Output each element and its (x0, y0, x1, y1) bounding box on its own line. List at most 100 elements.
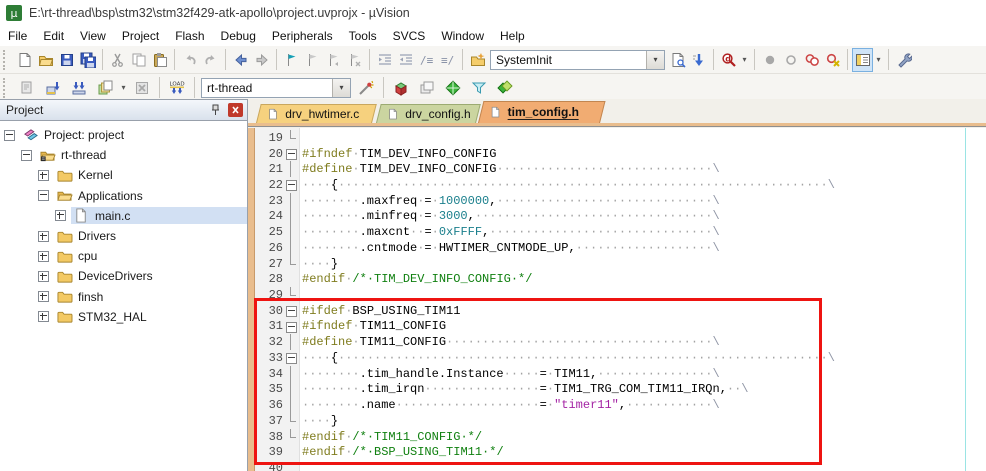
outdent-icon[interactable] (395, 47, 416, 73)
tree-item-cpu[interactable]: cpu (0, 246, 247, 266)
manage-rte-icon[interactable] (440, 75, 466, 101)
expand-icon[interactable] (38, 170, 49, 181)
column-margin-guide (965, 128, 966, 471)
target-combo[interactable]: rt-thread▾ (201, 78, 351, 98)
dropdown-caret-icon[interactable]: ▾ (873, 55, 884, 64)
code-text: ········.cntmode·=·HWTIMER_CNTMODE_UP,··… (300, 241, 720, 255)
find-in-files-results-icon[interactable] (667, 47, 688, 73)
next-bookmark-icon[interactable] (323, 47, 344, 73)
build-icon[interactable] (40, 75, 66, 101)
toolbar-separator (221, 49, 230, 70)
target-options-icon[interactable] (353, 75, 379, 101)
tree-item-kernel[interactable]: Kernel (0, 165, 247, 185)
find-text-icon[interactable]: d (718, 47, 739, 73)
title-bar: µ E:\rt-thread\bsp\stm32\stm32f429-atk-a… (0, 0, 986, 26)
collapse-icon[interactable] (4, 130, 15, 141)
collapse-icon[interactable] (21, 150, 32, 161)
menu-flash[interactable]: Flash (167, 27, 212, 45)
clear-bookmarks-icon[interactable] (344, 47, 365, 73)
navigate-back-icon[interactable] (230, 47, 251, 73)
tab-drv-hwtimer-c[interactable]: drv_hwtimer.c (256, 104, 377, 123)
tab-drv-config-h[interactable]: drv_config.h (376, 104, 481, 123)
tree-item-drivers[interactable]: Drivers (0, 226, 247, 246)
close-panel-button[interactable] (228, 103, 243, 117)
copy-icon[interactable] (128, 47, 149, 73)
pin-icon[interactable] (209, 103, 222, 117)
menu-edit[interactable]: Edit (35, 27, 72, 45)
toggle-comment-icon[interactable]: /≡ (416, 47, 437, 73)
kill-all-breakpoints-icon[interactable] (822, 47, 843, 73)
line-number: 27 (255, 257, 283, 271)
fold-collapse-icon[interactable] (283, 146, 300, 162)
insert-breakpoint-icon[interactable] (759, 47, 780, 73)
line-number: 30 (255, 304, 283, 318)
expand-icon[interactable] (38, 311, 49, 322)
expand-icon[interactable] (38, 231, 49, 242)
save-all-icon[interactable] (77, 47, 98, 73)
tree-item-stm32-hal[interactable]: STM32_HAL (0, 307, 247, 327)
dropdown-caret-icon[interactable]: ▾ (739, 55, 750, 64)
expand-icon[interactable] (38, 291, 49, 302)
download-icon[interactable]: LOAD (164, 75, 190, 101)
tree-item-rt-thread[interactable]: rt-thread (0, 145, 247, 165)
uncomment-icon[interactable]: ≡/ (437, 47, 458, 73)
fold-collapse-icon[interactable] (283, 350, 300, 366)
folder-icon (56, 229, 73, 244)
paste-icon[interactable] (149, 47, 170, 73)
indent-icon[interactable] (374, 47, 395, 73)
expand-icon[interactable] (38, 251, 49, 262)
tree-item-project-project[interactable]: Project: project (0, 125, 247, 145)
tree-item-devicedrivers[interactable]: DeviceDrivers (0, 266, 247, 286)
dropdown-caret-icon[interactable]: ▾ (118, 83, 129, 92)
target-combo-dropdown-icon[interactable]: ▾ (332, 79, 350, 97)
menu-window[interactable]: Window (433, 27, 492, 45)
menu-view[interactable]: View (72, 27, 114, 45)
select-packs-icon[interactable] (466, 75, 492, 101)
menu-svcs[interactable]: SVCS (385, 27, 434, 45)
expand-icon[interactable] (55, 210, 66, 221)
new-file-icon[interactable] (14, 47, 35, 73)
search-combo-dropdown-icon[interactable]: ▾ (646, 51, 664, 69)
stop-build-icon[interactable] (129, 75, 155, 101)
tab-tim-config-h[interactable]: tim_config.h (478, 101, 605, 123)
menu-bar: FileEditViewProjectFlashDebugPeripherals… (0, 26, 986, 46)
search-combo[interactable]: SystemInit▾ (490, 50, 665, 70)
tree-item-finsh[interactable]: finsh (0, 287, 247, 307)
menu-help[interactable]: Help (492, 27, 533, 45)
cut-icon[interactable] (107, 47, 128, 73)
tree-item-label: Kernel (78, 168, 113, 182)
fold-collapse-icon[interactable] (283, 177, 300, 193)
redo-icon[interactable] (200, 47, 221, 73)
expand-icon[interactable] (38, 271, 49, 282)
pack-installer-icon[interactable] (492, 75, 518, 101)
fold-collapse-icon[interactable] (283, 303, 300, 319)
code-editor[interactable]: 1920#ifndef·TIM_DEV_INFO_CONFIG21#define… (255, 130, 986, 471)
enable-breakpoint-icon[interactable] (780, 47, 801, 73)
batch-build-icon[interactable] (92, 75, 118, 101)
collapse-icon[interactable] (38, 190, 49, 201)
translate-icon[interactable] (14, 75, 40, 101)
tree-item-main-c[interactable]: main.c (0, 206, 247, 226)
menu-tools[interactable]: Tools (341, 27, 385, 45)
tree-item-applications[interactable]: Applications (0, 186, 247, 206)
fold-collapse-icon[interactable] (283, 319, 300, 335)
tree-item-content: Kernel (54, 167, 247, 184)
open-folder-icon[interactable] (35, 47, 56, 73)
rebuild-icon[interactable] (66, 75, 92, 101)
undo-icon[interactable] (179, 47, 200, 73)
menu-debug[interactable]: Debug (213, 27, 264, 45)
menu-file[interactable]: File (0, 27, 35, 45)
disable-all-breakpoints-icon[interactable] (801, 47, 822, 73)
find-in-files-icon[interactable] (467, 47, 488, 73)
manage-project-items-icon[interactable] (388, 75, 414, 101)
window-layout-icon[interactable] (852, 48, 873, 72)
configure-icon[interactable] (893, 47, 914, 73)
goto-definition-icon[interactable] (688, 47, 709, 73)
menu-peripherals[interactable]: Peripherals (264, 27, 341, 45)
toggle-bookmark-icon[interactable] (281, 47, 302, 73)
save-icon[interactable] (56, 47, 77, 73)
prev-bookmark-icon[interactable] (302, 47, 323, 73)
multi-project-icon[interactable] (414, 75, 440, 101)
navigate-forward-icon[interactable] (251, 47, 272, 73)
menu-project[interactable]: Project (114, 27, 167, 45)
